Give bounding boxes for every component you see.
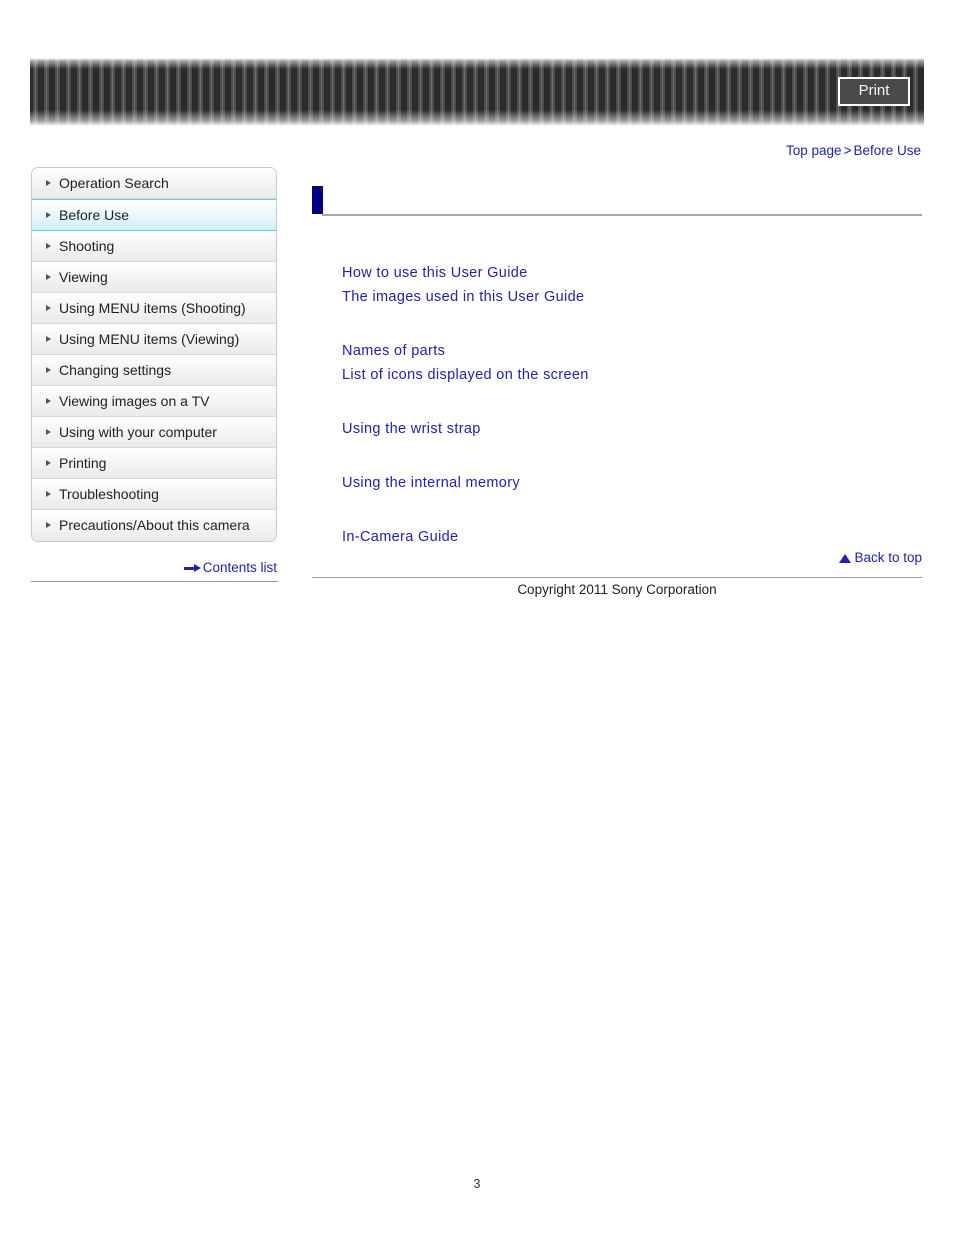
triangle-right-icon [46, 398, 51, 404]
sidebar-item-shooting[interactable]: Shooting [32, 231, 276, 262]
section-heading-row [312, 186, 922, 216]
heading-rule [322, 214, 922, 216]
sidebar-item-label: Precautions/About this camera [59, 517, 250, 533]
breadcrumb-current[interactable]: Before Use [853, 143, 921, 158]
sidebar-item-label: Using with your computer [59, 424, 217, 440]
header-banner: Print [30, 58, 924, 126]
triangle-right-icon [46, 180, 51, 186]
sidebar-item-label: Troubleshooting [59, 486, 159, 502]
sidebar-item-using-menu-items-viewing[interactable]: Using MENU items (Viewing) [32, 324, 276, 355]
content-link[interactable]: Names of parts [342, 339, 922, 363]
copyright-text: Copyright 2011 Sony Corporation [517, 582, 717, 597]
sidebar-item-viewing-images-on-a-tv[interactable]: Viewing images on a TV [32, 386, 276, 417]
sidebar-item-label: Using MENU items (Shooting) [59, 300, 246, 316]
footer-rule [312, 577, 922, 578]
heading-marker-icon [312, 186, 323, 214]
sidebar-item-label: Printing [59, 455, 107, 471]
content-link[interactable]: Using the wrist strap [342, 417, 922, 441]
sidebar-item-troubleshooting[interactable]: Troubleshooting [32, 479, 276, 510]
back-to-top-link[interactable]: Back to top [839, 550, 922, 565]
content-link-group: Names of parts List of icons displayed on… [342, 339, 922, 387]
content-link-group: In-Camera Guide [342, 525, 922, 549]
arrow-right-icon [183, 564, 201, 573]
sidebar-item-using-with-your-computer[interactable]: Using with your computer [32, 417, 276, 448]
sidebar-item-operation-search[interactable]: Operation Search [32, 168, 276, 199]
contents-list-row: Contents list [31, 560, 277, 575]
triangle-right-icon [46, 274, 51, 280]
sidebar-item-precautions-about-this-camera[interactable]: Precautions/About this camera [32, 510, 276, 541]
triangle-right-icon [46, 212, 51, 218]
sidebar-item-using-menu-items-shooting[interactable]: Using MENU items (Shooting) [32, 293, 276, 324]
content-link[interactable]: Using the internal memory [342, 471, 922, 495]
triangle-right-icon [46, 460, 51, 466]
main-content: How to use this User Guide The images use… [312, 186, 922, 545]
sidebar-item-viewing[interactable]: Viewing [32, 262, 276, 293]
sidebar-item-label: Operation Search [59, 175, 169, 191]
back-to-top-label: Back to top [854, 550, 922, 565]
breadcrumb-top-page[interactable]: Top page [786, 143, 842, 158]
sidebar-item-label: Changing settings [59, 362, 172, 378]
sidebar-item-label: Using MENU items (Viewing) [59, 331, 240, 347]
contents-list-link[interactable]: Contents list [183, 560, 277, 575]
triangle-right-icon [46, 243, 51, 249]
content-link[interactable]: List of icons displayed on the screen [342, 363, 922, 387]
breadcrumb: Top page > Before Use [786, 143, 921, 158]
sidebar-item-label: Viewing [59, 269, 108, 285]
content-link-group: Using the wrist strap [342, 417, 922, 441]
content-link-group: Using the internal memory [342, 471, 922, 495]
content-link[interactable]: The images used in this User Guide [342, 285, 922, 309]
triangle-right-icon [46, 305, 51, 311]
sidebar-item-label: Viewing images on a TV [59, 393, 210, 409]
print-button[interactable]: Print [838, 77, 910, 106]
breadcrumb-separator: > [843, 143, 852, 158]
content-link-group: How to use this User Guide The images use… [342, 261, 922, 309]
content-link-groups: How to use this User Guide The images use… [342, 261, 922, 549]
triangle-right-icon [46, 429, 51, 435]
triangle-up-icon [839, 554, 852, 563]
back-to-top-row: Back to top [312, 550, 922, 565]
triangle-right-icon [46, 336, 51, 342]
sidebar-nav: Operation Search Before Use Shooting Viewin… [31, 167, 277, 542]
sidebar-item-label: Shooting [59, 238, 115, 254]
sidebar-item-printing[interactable]: Printing [32, 448, 276, 479]
sidebar-bottom-rule [31, 581, 278, 582]
sidebar-item-changing-settings[interactable]: Changing settings [32, 355, 276, 386]
page-number: 3 [473, 1177, 481, 1191]
triangle-right-icon [46, 491, 51, 497]
triangle-right-icon [46, 522, 51, 528]
sidebar-item-label: Before Use [59, 207, 130, 223]
page-root: Print Top page > Before Use Operation Sear… [0, 0, 954, 1235]
triangle-right-icon [46, 367, 51, 373]
content-link[interactable]: How to use this User Guide [342, 261, 922, 285]
content-link[interactable]: In-Camera Guide [342, 525, 922, 549]
contents-list-label: Contents list [202, 560, 277, 575]
sidebar-item-before-use[interactable]: Before Use [32, 199, 276, 231]
